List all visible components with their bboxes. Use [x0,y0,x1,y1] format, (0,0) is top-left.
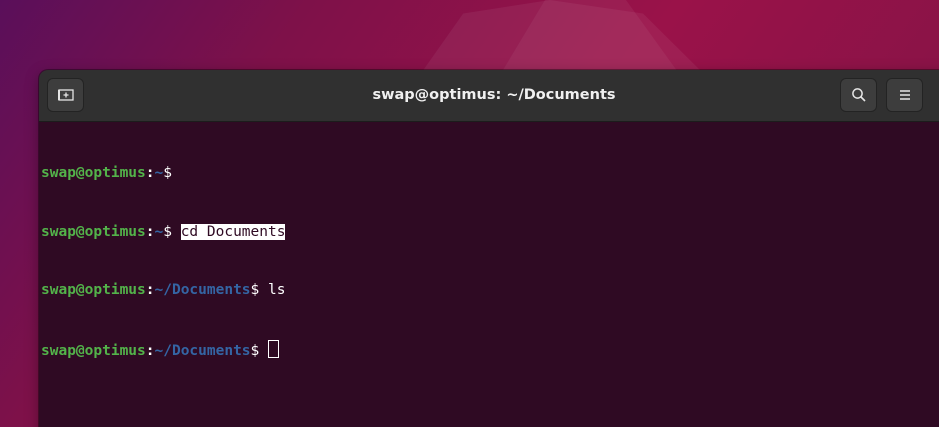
titlebar: swap@optimus: ~/Documents [39,70,939,122]
terminal-line: swap@optimus:~/Documents$ [41,339,939,360]
search-icon [851,88,866,102]
terminal-window: swap@optimus: ~/Documents swap@optimus:~… [39,70,939,427]
search-button[interactable] [840,78,877,112]
menu-button[interactable] [886,78,923,112]
prompt-symbol: $ [163,165,172,181]
prompt-separator: : [145,282,155,298]
terminal-line: swap@optimus:~/Documents$ ls [41,281,939,301]
hamburger-menu-icon [899,90,910,100]
terminal-line: swap@optimus:~$ [41,164,939,184]
current-path: ~/Documents [154,342,251,359]
command-text-selected[interactable]: cd Documents [180,223,286,240]
current-path: ~ [154,165,164,181]
terminal-line: swap@optimus:~$ cd Documents [41,223,939,243]
prompt-separator: : [145,342,155,359]
window-title: swap@optimus: ~/Documents [372,87,616,103]
new-tab-button[interactable] [47,78,84,112]
command-text: ls [268,282,286,298]
prompt-separator: : [145,223,155,240]
text-cursor [268,339,279,358]
prompt-symbol: $ [250,342,268,359]
terminal-output[interactable]: swap@optimus:~$ swap@optimus:~$ cd Docum… [39,122,939,398]
new-tab-icon [57,89,74,101]
user-host: swap@optimus [41,165,146,181]
user-host: swap@optimus [41,223,146,240]
current-path: ~/Documents [154,282,251,298]
user-host: swap@optimus [41,282,146,298]
prompt-symbol: $ [163,223,181,240]
prompt-separator: : [145,165,155,181]
user-host: swap@optimus [41,342,146,359]
current-path: ~ [154,223,164,240]
prompt-symbol: $ [250,282,268,298]
